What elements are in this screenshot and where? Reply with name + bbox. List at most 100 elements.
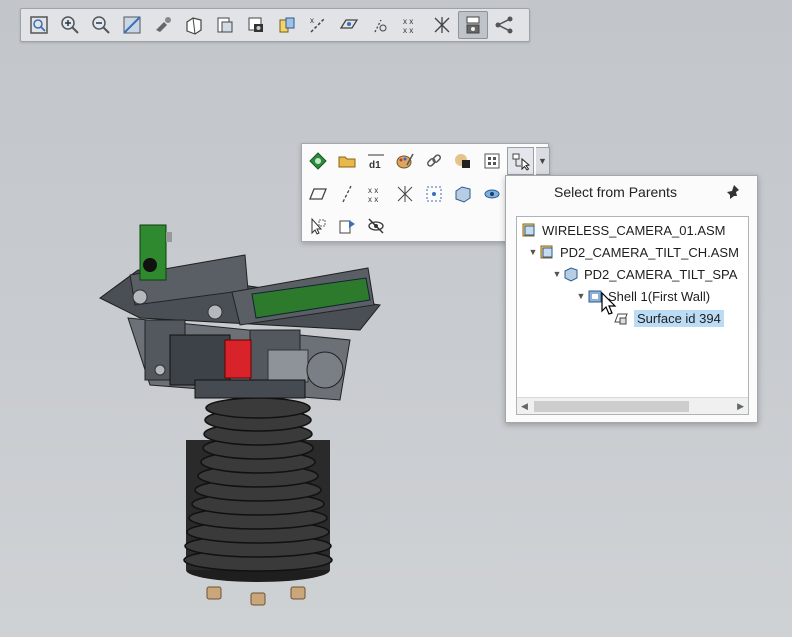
tree-item[interactable]: ▼ Shell 1(First Wall): [575, 286, 711, 306]
link-icon: [426, 154, 441, 167]
bellows-part: [183, 397, 333, 582]
assembly-icon: [522, 223, 535, 237]
tree-item-label: PD2_CAMERA_TILT_CH.ASM: [560, 244, 739, 260]
expand-icon[interactable]: ▼: [575, 291, 587, 301]
tree-item-label: WIRELESS_CAMERA_01.ASM: [542, 222, 726, 238]
select-parents-dropdown[interactable]: ▼: [536, 147, 550, 175]
plane-button[interactable]: [304, 180, 331, 208]
axis-display-icon: x: [310, 16, 326, 33]
view-manager-icon: [248, 17, 263, 32]
svg-text:x x: x x: [403, 26, 413, 35]
tree-item[interactable]: ▼ PD2_CAMERA_TILT_SPA: [551, 264, 737, 284]
zoom-selected-button[interactable]: [304, 212, 331, 240]
point-icon: x xx x: [368, 186, 378, 204]
csys-button[interactable]: [391, 180, 418, 208]
point-button[interactable]: x xx x: [362, 180, 389, 208]
csys-display-icon: x xx x: [403, 17, 413, 35]
dimension-button[interactable]: d1: [362, 147, 389, 175]
graphics-toolbar: x x xx x: [20, 8, 530, 42]
select-filter-icon: [466, 16, 480, 34]
zoom-in-icon: [61, 16, 79, 34]
scrollbar-thumb[interactable]: [534, 401, 689, 412]
panel-title: Select from Parents: [554, 184, 677, 200]
repaint-icon: [123, 16, 141, 34]
tree-item[interactable]: WIRELESS_CAMERA_01.ASM: [521, 220, 726, 240]
chevron-down-icon: ▼: [538, 156, 547, 166]
select-filter-button[interactable]: [458, 11, 488, 39]
feet: [206, 586, 306, 606]
orient-button[interactable]: [333, 212, 360, 240]
define-feature-button[interactable]: [304, 147, 331, 175]
appearance-button[interactable]: [391, 147, 418, 175]
svg-text:x: x: [310, 16, 314, 25]
parents-tree[interactable]: WIRELESS_CAMERA_01.ASM ▼ PD2_CAMERA_TILT…: [516, 216, 749, 415]
grid-snap-button[interactable]: [420, 180, 447, 208]
open-button[interactable]: [333, 147, 360, 175]
expand-icon[interactable]: ▼: [527, 247, 539, 257]
svg-text:x x: x x: [403, 17, 413, 26]
horizontal-scrollbar[interactable]: ◀ ▶: [517, 397, 748, 414]
zoom-out-button[interactable]: [86, 11, 116, 39]
pin-icon[interactable]: [725, 183, 743, 201]
box-icon: [455, 186, 470, 203]
appearance-icon: [396, 153, 414, 169]
hide-eye-button[interactable]: [362, 212, 389, 240]
point-display-button[interactable]: [365, 11, 395, 39]
graphics-viewport[interactable]: x x xx x d1 ▼ x x x x Select from Parent…: [0, 0, 792, 637]
refit-icon: [30, 16, 48, 34]
hide-button[interactable]: [478, 180, 505, 208]
repaint-button[interactable]: [117, 11, 147, 39]
expand-icon[interactable]: ▼: [551, 269, 563, 279]
svg-text:x x: x x: [368, 186, 378, 195]
svg-text:d1: d1: [369, 160, 381, 171]
assembly-icon: [540, 245, 553, 259]
open-icon: [338, 156, 355, 168]
mini-toolbar-row-2: x xx x: [304, 180, 505, 208]
annotation-display-icon: [434, 17, 450, 33]
orient-icon: [339, 220, 355, 234]
shade-button[interactable]: [449, 147, 476, 175]
dimension-icon: d1: [367, 154, 384, 171]
grid-button[interactable]: [478, 147, 505, 175]
display-style-button[interactable]: [179, 11, 209, 39]
hide-icon: [484, 189, 499, 199]
link-button[interactable]: [420, 147, 447, 175]
tree-item-selected[interactable]: Surface id 394: [613, 308, 724, 328]
view-manager-button[interactable]: [241, 11, 271, 39]
annotation-display-button[interactable]: [427, 11, 457, 39]
scroll-right-icon[interactable]: ▶: [737, 401, 744, 412]
select-parents-button[interactable]: [507, 147, 534, 175]
define-feature-icon: [308, 152, 327, 170]
point-display-icon: [374, 19, 387, 33]
grid-icon: [484, 153, 499, 169]
spin-center-button[interactable]: [148, 11, 178, 39]
spin-center-icon: [156, 17, 171, 32]
csys-display-button[interactable]: x xx x: [396, 11, 426, 39]
tree-item-label: Shell 1(First Wall): [608, 288, 711, 304]
connections-button[interactable]: [489, 11, 519, 39]
axis-display-button[interactable]: x: [303, 11, 333, 39]
csys-icon: [397, 186, 412, 202]
connections-icon: [495, 16, 513, 34]
mini-toolbar-row-1: d1 ▼: [304, 147, 550, 175]
zoom-out-icon: [92, 16, 110, 34]
mouse-cursor-icon: [601, 292, 617, 315]
select-from-parents-panel: Select from Parents WIRELESS_CAMERA_01.A…: [505, 175, 758, 423]
plane-display-button[interactable]: [334, 11, 364, 39]
datum-display-button[interactable]: [272, 11, 302, 39]
scroll-left-icon[interactable]: ◀: [521, 401, 528, 412]
tree-item[interactable]: ▼ PD2_CAMERA_TILT_CH.ASM: [527, 242, 739, 262]
select-parents-icon: [512, 153, 530, 171]
display-style-icon: [186, 17, 202, 35]
shade-icon: [454, 154, 470, 168]
plane-icon: [308, 188, 327, 200]
box-button[interactable]: [449, 180, 476, 208]
refit-button[interactable]: [24, 11, 54, 39]
mini-toolbar-row-3: [304, 212, 389, 240]
zoom-in-button[interactable]: [55, 11, 85, 39]
plane-display-icon: [339, 19, 359, 29]
saved-orientations-button[interactable]: [210, 11, 240, 39]
tree-item-label: Surface id 394: [634, 309, 724, 327]
zoom-selected-icon: [311, 217, 325, 235]
axis-button[interactable]: [333, 180, 360, 208]
